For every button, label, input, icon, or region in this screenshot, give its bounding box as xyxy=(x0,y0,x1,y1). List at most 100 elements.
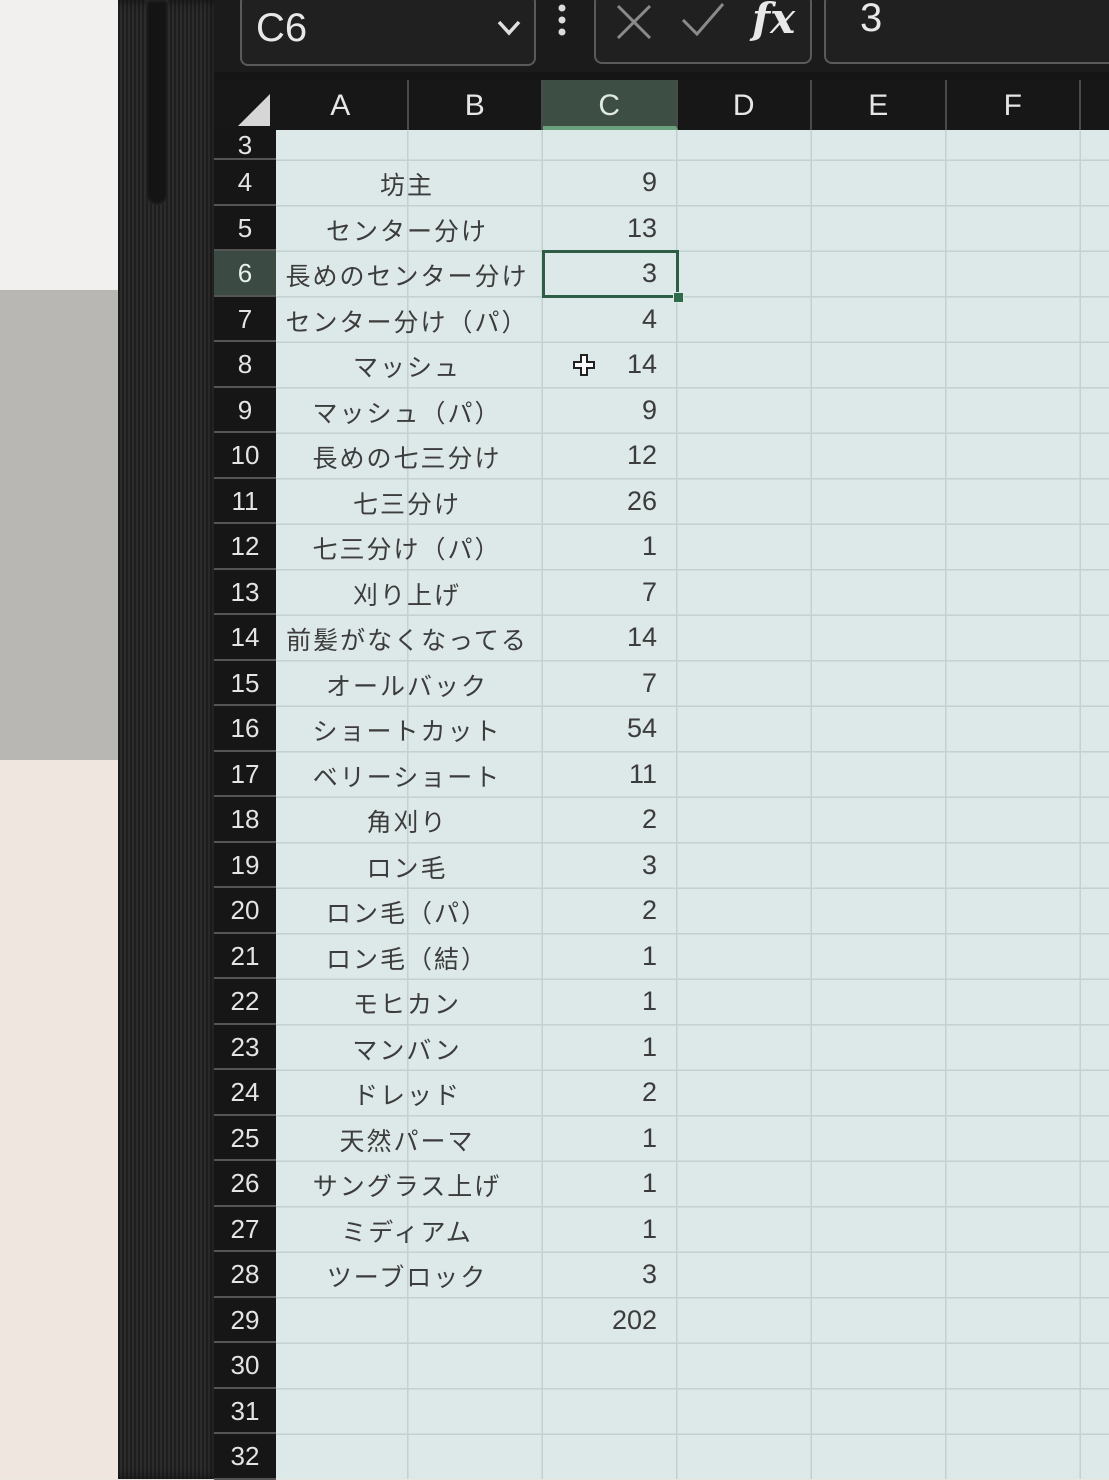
cell-a27[interactable]: ミディアム xyxy=(274,1213,540,1249)
column-header-c[interactable]: C xyxy=(543,80,678,130)
name-box-value[interactable]: C6 xyxy=(256,6,307,51)
cell-a28[interactable]: ツーブロック xyxy=(274,1258,540,1294)
cell-area[interactable]: 坊主 9 センター分け 13 長めのセンター分け 3 センター分け（パ） 4 マッシュ 14 マッシ… xyxy=(274,130,1109,1479)
row-header-7[interactable]: 7 xyxy=(214,297,276,342)
cell-c12[interactable]: 1 xyxy=(537,531,657,562)
row-header-22[interactable]: 22 xyxy=(214,979,276,1025)
cell-a9[interactable]: マッシュ（パ） xyxy=(274,394,540,430)
cell-a26[interactable]: サングラス上げ xyxy=(274,1167,540,1203)
cell-c26[interactable]: 1 xyxy=(537,1168,657,1199)
cell-c8[interactable]: 14 xyxy=(537,349,657,380)
chevron-down-icon[interactable] xyxy=(496,14,522,40)
cell-a12[interactable]: 七三分け（パ） xyxy=(274,530,540,566)
cell-a13[interactable]: 刈り上げ xyxy=(274,576,540,612)
row-header-20[interactable]: 20 xyxy=(214,888,276,934)
cell-c7[interactable]: 4 xyxy=(537,304,657,335)
cell-a23[interactable]: マンバン xyxy=(274,1031,540,1067)
row-header-16[interactable]: 16 xyxy=(214,706,276,752)
row-header-27[interactable]: 27 xyxy=(214,1207,276,1252)
column-header-d[interactable]: D xyxy=(678,80,812,130)
row-header-11[interactable]: 11 xyxy=(214,479,276,524)
column-header-b[interactable]: B xyxy=(409,80,543,130)
row-header-12[interactable]: 12 xyxy=(214,524,276,570)
cell-c18[interactable]: 2 xyxy=(537,804,657,835)
row-header-3[interactable]: 3 xyxy=(214,130,276,160)
cancel-x-icon[interactable] xyxy=(614,2,654,42)
row-header-10[interactable]: 10 xyxy=(214,433,276,479)
formula-value[interactable]: 3 xyxy=(860,0,882,41)
row-header-21[interactable]: 21 xyxy=(214,934,276,979)
row-header-26[interactable]: 26 xyxy=(214,1161,276,1207)
cell-a11[interactable]: 七三分け xyxy=(274,485,540,521)
row-header-17[interactable]: 17 xyxy=(214,752,276,797)
name-box[interactable]: C6 xyxy=(240,0,536,66)
row-header-24[interactable]: 24 xyxy=(214,1070,276,1116)
row-header-5[interactable]: 5 xyxy=(214,206,276,251)
cell-a5[interactable]: センター分け xyxy=(274,212,540,248)
row-header-18[interactable]: 18 xyxy=(214,797,276,843)
cell-c21[interactable]: 1 xyxy=(537,941,657,972)
cell-c20[interactable]: 2 xyxy=(537,895,657,926)
vertical-dots-icon[interactable] xyxy=(554,0,570,40)
cell-c29[interactable]: 202 xyxy=(537,1305,657,1336)
cell-c25[interactable]: 1 xyxy=(537,1123,657,1154)
column-header-e[interactable]: E xyxy=(812,80,947,130)
cell-a6[interactable]: 長めのセンター分け xyxy=(274,257,540,293)
cell-a22[interactable]: モヒカン xyxy=(274,985,540,1021)
cell-a19[interactable]: ロン毛 xyxy=(274,849,540,885)
formula-input[interactable]: 3 xyxy=(824,0,1109,64)
select-all-triangle-icon[interactable] xyxy=(238,94,270,126)
row-header-6[interactable]: 6 xyxy=(214,251,276,297)
cell-c15[interactable]: 7 xyxy=(537,668,657,699)
cell-a18[interactable]: 角刈り xyxy=(274,803,540,839)
cell-c10[interactable]: 12 xyxy=(537,440,657,471)
cell-c5[interactable]: 13 xyxy=(537,213,657,244)
checkmark-icon[interactable] xyxy=(680,0,726,40)
cell-a16[interactable]: ショートカット xyxy=(274,712,540,748)
row-header-25[interactable]: 25 xyxy=(214,1116,276,1161)
row-header-30[interactable]: 30 xyxy=(214,1343,276,1389)
cell-c16[interactable]: 54 xyxy=(537,713,657,744)
active-cell-outline[interactable] xyxy=(542,250,679,298)
cell-a21[interactable]: ロン毛（結） xyxy=(274,940,540,976)
cell-a14[interactable]: 前髪がなくなってる xyxy=(274,621,540,657)
column-header-f[interactable]: F xyxy=(947,80,1081,130)
row-header-31[interactable]: 31 xyxy=(214,1389,276,1434)
row-header-4[interactable]: 4 xyxy=(214,160,276,206)
cell-c24[interactable]: 2 xyxy=(537,1077,657,1108)
row-header-29[interactable]: 29 xyxy=(214,1298,276,1343)
cell-c22[interactable]: 1 xyxy=(537,986,657,1017)
row-header-13[interactable]: 13 xyxy=(214,570,276,615)
column-header-a[interactable]: A xyxy=(274,80,409,130)
cell-c28[interactable]: 3 xyxy=(537,1259,657,1290)
cell-a20[interactable]: ロン毛（パ） xyxy=(274,894,540,930)
fill-handle[interactable] xyxy=(672,291,684,303)
row-header-23[interactable]: 23 xyxy=(214,1025,276,1070)
cell-c23[interactable]: 1 xyxy=(537,1032,657,1063)
cell-a15[interactable]: オールバック xyxy=(274,667,540,703)
row-header-28[interactable]: 28 xyxy=(214,1252,276,1298)
cell-a10[interactable]: 長めの七三分け xyxy=(274,439,540,475)
row-header-9[interactable]: 9 xyxy=(214,388,276,433)
row-header-32[interactable]: 32 xyxy=(214,1434,276,1480)
cell-a24[interactable]: ドレッド xyxy=(274,1076,540,1112)
cell-a25[interactable]: 天然パーマ xyxy=(274,1122,540,1158)
cell-c27[interactable]: 1 xyxy=(537,1214,657,1245)
cell-c11[interactable]: 26 xyxy=(537,486,657,517)
select-all-button[interactable] xyxy=(214,80,274,130)
cell-c13[interactable]: 7 xyxy=(537,577,657,608)
cell-a4[interactable]: 坊主 xyxy=(274,166,540,202)
row-header-19[interactable]: 19 xyxy=(214,843,276,888)
cell-c19[interactable]: 3 xyxy=(537,850,657,881)
cell-c4[interactable]: 9 xyxy=(537,167,657,198)
cell-a17[interactable]: ベリーショート xyxy=(274,758,540,794)
cell-c14[interactable]: 14 xyxy=(537,622,657,653)
cell-c17[interactable]: 11 xyxy=(537,759,657,790)
cell-a7[interactable]: センター分け（パ） xyxy=(274,303,540,339)
fx-icon[interactable]: fx xyxy=(752,0,795,43)
row-header-14[interactable]: 14 xyxy=(214,615,276,661)
row-header-15[interactable]: 15 xyxy=(214,661,276,706)
row-header-8[interactable]: 8 xyxy=(214,342,276,388)
cell-c9[interactable]: 9 xyxy=(537,395,657,426)
cell-a8[interactable]: マッシュ xyxy=(274,348,540,384)
